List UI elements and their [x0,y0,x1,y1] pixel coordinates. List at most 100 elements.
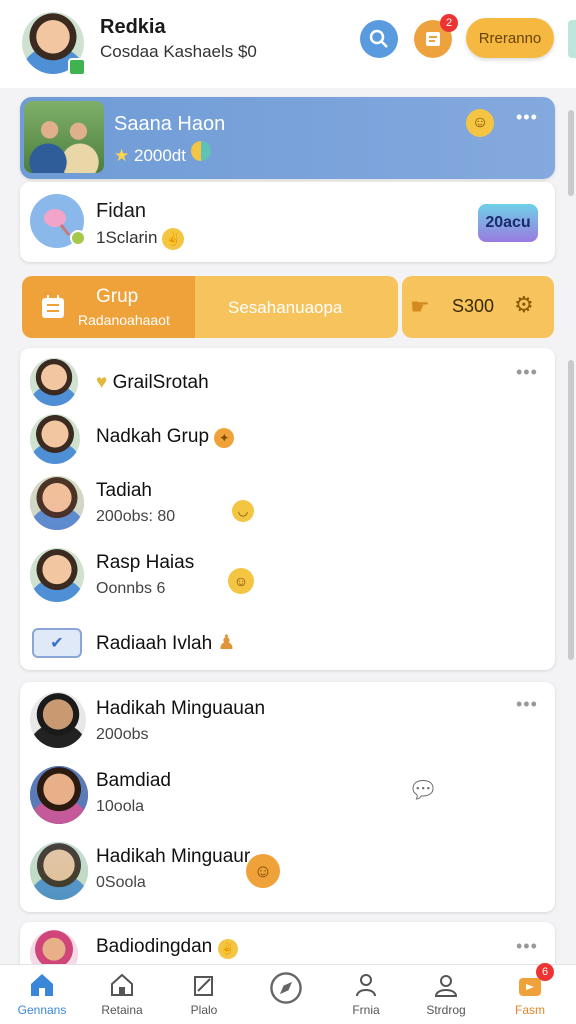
app-header: Redkia Cosdaa Kashaels $0 2 Rreranno [0,0,576,88]
list-item-subtitle: 200obs [96,726,149,743]
shop-icon-wrap: 6 [516,963,554,999]
friend-card[interactable]: Fidan 1Sclarin ✌ 20acu [20,182,555,262]
friend-subtitle: 1Sclarin ✌ [96,228,185,250]
chat-bubble-icon: 💬︎ [408,777,439,804]
nav-item-retaina[interactable]: Retaina [86,971,158,1021]
avatar [30,358,78,406]
list-item[interactable]: Bamdiad 10oola 💬︎ [20,762,555,832]
group-list-card: ••• ♥ GrailSrotah Nadkah Grup ✦ Tadiah 2… [20,348,555,670]
avatar-face [30,548,84,602]
friend-avatar [30,194,86,248]
list-item-subtitle: 10oola [96,798,145,815]
featured-card[interactable]: Saana Haon ★ 2000dt ☺ ••• [20,97,555,179]
group-amount: S300 [452,296,495,316]
emoji-icon: ✌ [217,938,238,959]
nav-label: Fasm [515,1003,545,1017]
compass-icon [270,972,302,1004]
avatar-face [30,358,78,406]
profile-icon [434,975,458,997]
sticker-label: 20acu [485,214,531,231]
user-avatar[interactable] [22,12,86,76]
nav-item-fasm[interactable]: 6 Fasm [494,963,566,1021]
list-item[interactable]: Hadikah Minguaur 0Soola ☺ [20,838,555,908]
nav-label: Retaina [101,1003,143,1017]
group-center-label: Sesahanuaopa [228,298,343,317]
nav-item-compass[interactable] [250,971,322,1021]
avatar-face [30,842,88,900]
list-item-title: Rasp Haias [96,552,195,573]
lollipop-icon [44,209,71,236]
emoji-icon: ☺ [228,568,254,594]
user-name: Redkia [100,16,166,38]
hand-icon: ☛ [410,294,430,319]
list-item-title: Bamdiad [96,770,171,791]
list-item-title: Tadiah [96,480,152,501]
scrollbar[interactable] [568,360,574,660]
list-item-title: Hadikah Minguauan [96,698,266,719]
list-item-title: Hadikah Minguaur [96,846,251,867]
list-item[interactable]: ♥ GrailSrotah [20,356,555,412]
featured-title: Saana Haon [114,113,226,135]
home-icon [31,974,53,996]
nav-item-home[interactable]: Gennans [6,971,78,1021]
nav-item-plalo[interactable]: Plalo [168,971,240,1021]
status-badge-icon [70,230,86,246]
sticker-icon: ☺ [246,854,280,888]
avatar-face [30,414,80,464]
avatar [30,414,80,464]
notification-badge: 2 [440,14,458,32]
online-badge-icon [68,58,86,76]
nav-badge: 6 [536,963,554,981]
nav-item-strdrog[interactable]: Strdrog [410,971,482,1021]
coin-icon [190,141,211,161]
group-amount-button[interactable]: ☛ S300 ⚙ [402,276,554,338]
notes-button[interactable]: 2 [414,14,458,58]
settings-icon: ⚙ [514,292,534,317]
nav-label: Gennans [17,1003,67,1017]
calendar-icon [42,295,64,318]
scrollbar[interactable] [568,110,574,196]
list-item-title: Badiodingdan ✌ [96,936,238,959]
ticket-icon: ✔ [32,628,82,658]
list-item-subtitle: Oonnbs 6 [96,580,166,597]
featured-photo [24,101,104,173]
list-item[interactable]: Tadiah 200obs: 80 ◡ [20,472,555,536]
avatar-face [30,766,88,824]
nav-label: Frnia [352,1003,380,1017]
nav-label: Strdrog [426,1003,466,1017]
star-icon: ★ [114,146,130,165]
list-item-title-text: Radiaah Ivlah [96,633,213,654]
house-icon [111,973,133,996]
gingerbread-icon: ♟ [217,632,236,654]
avatar [30,766,88,824]
featured-meta-value: 2000dt [133,146,186,165]
group-bar[interactable]: Grup Radanoahaaot Sesahanuaopa [22,276,398,338]
list-item-title-text: GrailSrotah [112,372,209,393]
nav-item-frnia[interactable]: Frnia [330,971,402,1021]
avatar [30,842,88,900]
more-options-icon[interactable]: ••• [516,107,538,128]
side-tab[interactable] [568,20,576,58]
list-item-title: ♥ GrailSrotah [96,372,209,394]
search-button[interactable] [360,20,398,58]
wave-emoji-icon: ✌ [162,228,185,250]
list-item-title: Nadkah Grup ✦ [96,426,235,448]
friend-title: Fidan [96,200,147,222]
sticker-icon: ✦ [214,428,235,448]
header-action-button[interactable]: Rreranno [466,18,554,58]
heart-icon: ♥ [96,372,108,393]
list-item[interactable]: Rasp Haias Oonnbs 6 ☺ [20,544,555,608]
avatar-face [30,692,86,748]
emoji-icon: ◡ [232,500,254,522]
group-label: Grup [96,286,139,307]
nav-label: Plalo [190,1003,218,1017]
sticker-badge: 20acu [478,204,538,242]
list-item-subtitle: 200obs: 80 [96,508,176,525]
weekly-list-card: ••• Hadikah Minguauan 200obs Bamdiad 10o… [20,682,555,912]
list-item[interactable]: Nadkah Grup ✦ [20,410,555,466]
list-item-subtitle: 0Soola [96,874,146,891]
avatar-face [30,476,84,530]
list-item[interactable]: Hadikah Minguauan 200obs [20,688,555,756]
book-icon [194,976,213,996]
list-item[interactable]: ✔ Radiaah Ivlah ♟ [20,616,555,668]
